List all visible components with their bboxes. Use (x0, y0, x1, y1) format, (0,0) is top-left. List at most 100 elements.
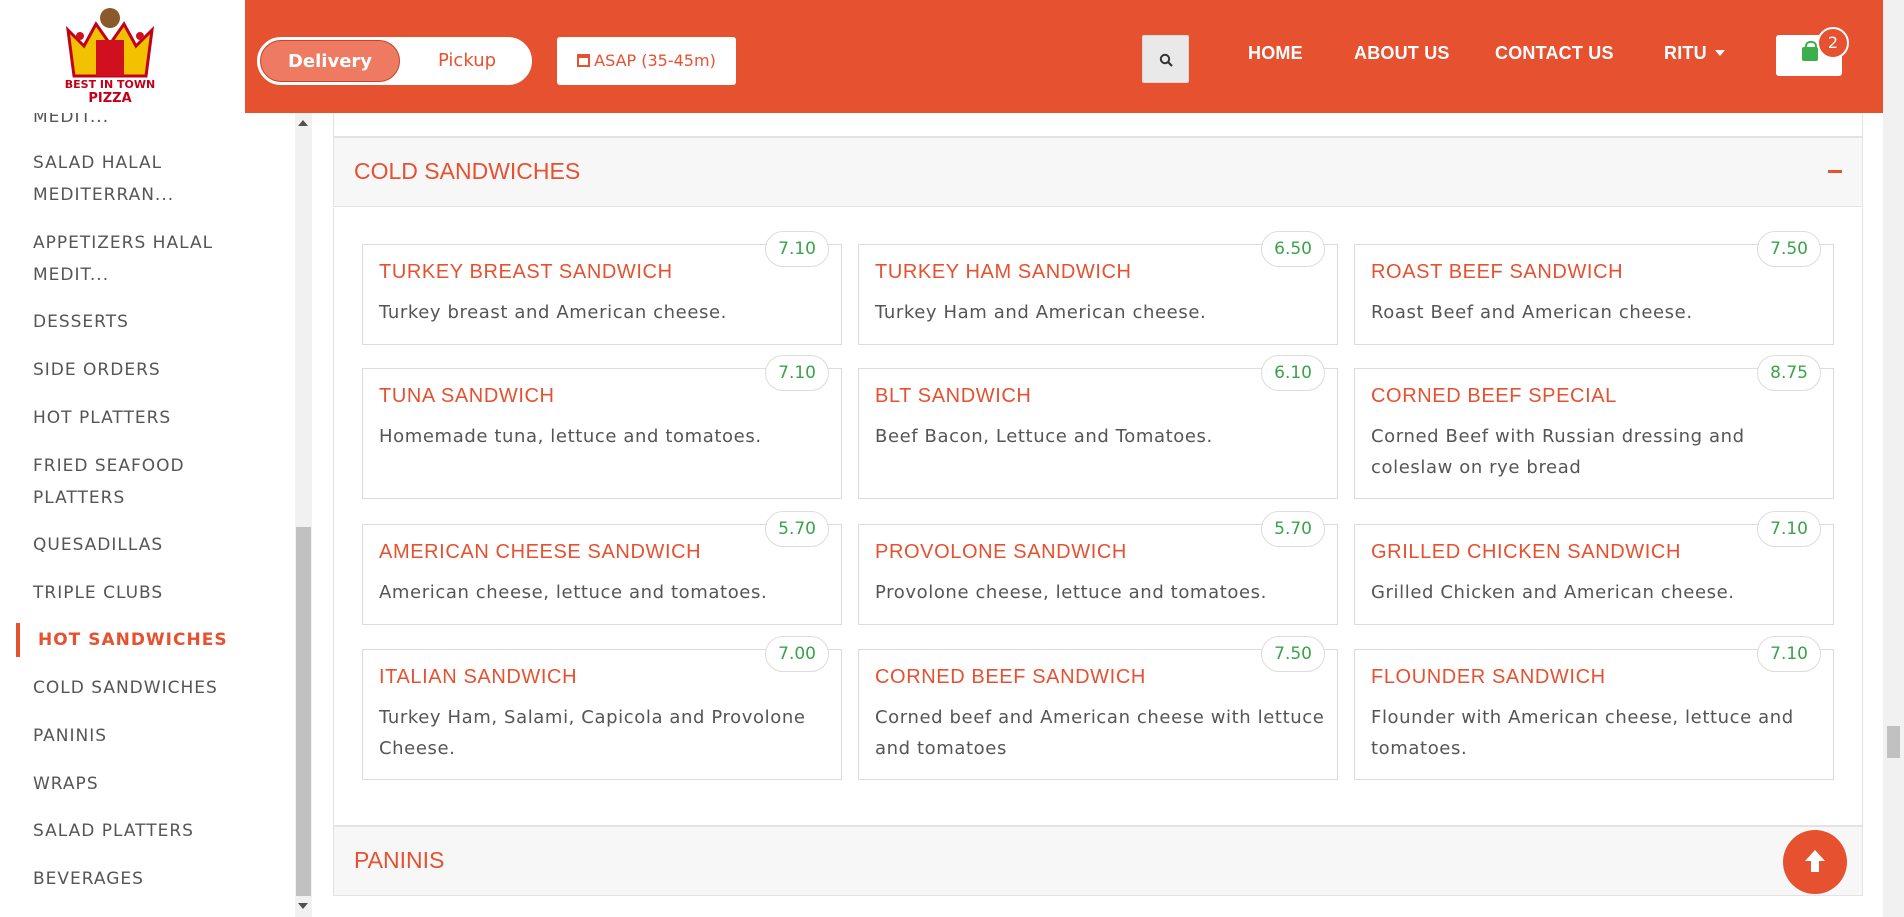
sidebar-item-wraps[interactable]: WRAPS (33, 768, 233, 800)
section-title: COLD SANDWICHES (354, 158, 581, 184)
nav-home[interactable]: HOME (1248, 43, 1303, 64)
calendar-icon (577, 54, 591, 67)
sidebar-item-fried-seafood-platters[interactable]: FRIED SEAFOOD PLATTERS (33, 450, 233, 514)
menu-item-description: Roast Beef and American cheese. (1371, 302, 1693, 323)
menu-item-name: TURKEY HAM SANDWICH (875, 261, 1132, 283)
menu-item-name: CORNED BEEF SPECIAL (1371, 385, 1617, 407)
page-scrollbar-thumb[interactable] (1887, 726, 1900, 758)
sidebar-item-quesadillas[interactable]: QUESADILLAS (33, 529, 233, 561)
menu-item-price: 7.10 (1757, 636, 1821, 672)
menu-item-card[interactable]: FLOUNDER SANDWICH Flounder with American… (1354, 636, 1834, 780)
menu-item-description: Provolone cheese, lettuce and tomatoes. (875, 582, 1267, 603)
menu-item-price: 7.10 (1757, 511, 1821, 547)
menu-item-name: ITALIAN SANDWICH (379, 666, 578, 688)
menu-item-name: ROAST BEEF SANDWICH (1371, 261, 1624, 283)
user-menu[interactable]: RITU (1664, 43, 1725, 64)
menu-item-card[interactable]: ROAST BEEF SANDWICH Roast Beef and Ameri… (1354, 231, 1834, 345)
nav-contact-us[interactable]: CONTACT US (1495, 43, 1614, 64)
menu-item-price: 6.10 (1261, 355, 1325, 391)
sidebar-item-appetizers-halal-medit[interactable]: APPETIZERS HALAL MEDIT... (33, 227, 233, 291)
svg-text:BEST IN TOWN: BEST IN TOWN (65, 78, 155, 91)
sidebar-item-hot-platters[interactable]: HOT PLATTERS (33, 402, 233, 434)
page-scrollbar[interactable] (1883, 0, 1904, 917)
menu-item-card[interactable]: TURKEY HAM SANDWICH Turkey Ham and Ameri… (858, 231, 1338, 345)
section-title: PANINIS (354, 847, 445, 873)
menu-item-name: CORNED BEEF SANDWICH (875, 666, 1146, 688)
sidebar-item-paninis[interactable]: PANINIS (33, 720, 233, 752)
svg-text:PIZZA: PIZZA (88, 91, 131, 106)
menu-item-card[interactable]: GRILLED CHICKEN SANDWICH Grilled Chicken… (1354, 511, 1834, 625)
menu-item-description: Homemade tuna, lettuce and tomatoes. (379, 426, 762, 447)
logo-slant (195, 0, 245, 113)
menu-item-name: TURKEY BREAST SANDWICH (379, 261, 673, 283)
best-in-town-pizza-logo[interactable]: BEST IN TOWN PIZZA (62, 6, 158, 106)
collapse-minus-icon[interactable] (1828, 170, 1842, 173)
menu-item-description: Turkey breast and American cheese. (379, 302, 727, 323)
menu-item-name: FLOUNDER SANDWICH (1371, 666, 1606, 688)
arrow-up-icon (1805, 850, 1825, 872)
menu-item-card[interactable]: CORNED BEEF SPECIAL Corned Beef with Rus… (1354, 355, 1834, 499)
category-sidebar: MEDIT... SALAD HALAL MEDITERRAN... APPET… (0, 113, 312, 917)
user-name: RITU (1664, 43, 1707, 63)
schedule-label: ASAP (35-45m) (594, 51, 716, 70)
nav-about-us[interactable]: ABOUT US (1354, 43, 1450, 64)
menu-item-description: Corned Beef with Russian dressing and co… (1371, 426, 1745, 478)
menu-item-description: Corned beef and American cheese with let… (875, 707, 1325, 759)
menu-item-description: Turkey Ham, Salami, Capicola and Provolo… (379, 707, 806, 759)
menu-item-price: 7.50 (1757, 231, 1821, 267)
menu-content: COLD SANDWICHES TURKEY BREAST SANDWICH T… (333, 113, 1863, 917)
schedule-button[interactable]: ASAP (35-45m) (557, 37, 736, 85)
sidebar-item-desserts[interactable]: DESSERTS (33, 306, 233, 338)
pickup-option[interactable]: Pickup (403, 40, 531, 82)
search-icon (1159, 53, 1173, 67)
sidebar-item-salad-platters[interactable]: SALAD PLATTERS (33, 815, 233, 847)
scroll-to-top-button[interactable] (1783, 830, 1847, 894)
sidebar-item-side-orders[interactable]: SIDE ORDERS (33, 354, 233, 386)
order-type-toggle: Delivery Pickup (256, 36, 533, 86)
menu-item-price: 8.75 (1757, 355, 1821, 391)
menu-item-name: AMERICAN CHEESE SANDWICH (379, 541, 702, 563)
menu-item-card[interactable]: TUNA SANDWICH Homemade tuna, lettuce and… (362, 355, 842, 499)
menu-item-card[interactable]: AMERICAN CHEESE SANDWICH American cheese… (362, 511, 842, 625)
menu-item-description: Flounder with American cheese, lettuce a… (1371, 707, 1794, 759)
menu-item-price: 7.10 (765, 355, 829, 391)
sidebar-item-medit[interactable]: MEDIT... (33, 113, 233, 133)
menu-item-name: GRILLED CHICKEN SANDWICH (1371, 541, 1681, 563)
section-header-cold-sandwiches[interactable]: COLD SANDWICHES (333, 137, 1863, 207)
shopping-bag-icon (1802, 41, 1818, 61)
menu-item-card[interactable]: PROVOLONE SANDWICH Provolone cheese, let… (858, 511, 1338, 625)
sidebar-item-cold-sandwiches[interactable]: COLD SANDWICHES (33, 672, 233, 704)
menu-item-name: PROVOLONE SANDWICH (875, 541, 1127, 563)
search-button[interactable] (1142, 35, 1189, 83)
cart-count-badge: 2 (1817, 27, 1849, 59)
menu-item-price: 5.70 (765, 511, 829, 547)
menu-item-description: American cheese, lettuce and tomatoes. (379, 582, 768, 603)
sidebar-item-beverages[interactable]: BEVERAGES (33, 863, 233, 895)
menu-item-card[interactable]: BLT SANDWICH Beef Bacon, Lettuce and Tom… (858, 355, 1338, 499)
menu-item-price: 5.70 (1261, 511, 1325, 547)
menu-item-description: Turkey Ham and American cheese. (875, 302, 1207, 323)
delivery-option[interactable]: Delivery (260, 40, 400, 82)
menu-item-name: BLT SANDWICH (875, 385, 1032, 407)
scroll-down-arrow-icon[interactable] (298, 903, 308, 909)
sidebar-item-triple-clubs[interactable]: TRIPLE CLUBS (33, 577, 233, 609)
menu-item-card[interactable]: ITALIAN SANDWICH Turkey Ham, Salami, Cap… (362, 636, 842, 780)
previous-section-bottom (333, 113, 1863, 137)
sidebar-item-hot-sandwiches[interactable]: HOT SANDWICHES (38, 624, 238, 656)
sidebar-scrollbar-thumb[interactable] (296, 527, 311, 896)
section-header-paninis[interactable]: PANINIS (333, 826, 1863, 896)
menu-item-description: Beef Bacon, Lettuce and Tomatoes. (875, 426, 1213, 447)
section-body-cold-sandwiches: TURKEY BREAST SANDWICH Turkey breast and… (333, 208, 1863, 826)
site-header: BEST IN TOWN PIZZA Delivery Pickup ASAP … (0, 0, 1883, 113)
menu-item-description: Grilled Chicken and American cheese. (1371, 582, 1735, 603)
menu-item-card[interactable]: TURKEY BREAST SANDWICH Turkey breast and… (362, 231, 842, 345)
caret-down-icon (1714, 50, 1725, 56)
menu-item-price: 7.00 (765, 636, 829, 672)
menu-item-name: TUNA SANDWICH (379, 385, 555, 407)
active-indicator (16, 623, 20, 657)
menu-item-price: 6.50 (1261, 231, 1325, 267)
menu-item-card[interactable]: CORNED BEEF SANDWICH Corned beef and Ame… (858, 636, 1338, 780)
menu-item-price: 7.50 (1261, 636, 1325, 672)
sidebar-item-salad-halal-mediterranean[interactable]: SALAD HALAL MEDITERRAN... (33, 147, 233, 211)
scroll-up-arrow-icon[interactable] (298, 120, 308, 126)
